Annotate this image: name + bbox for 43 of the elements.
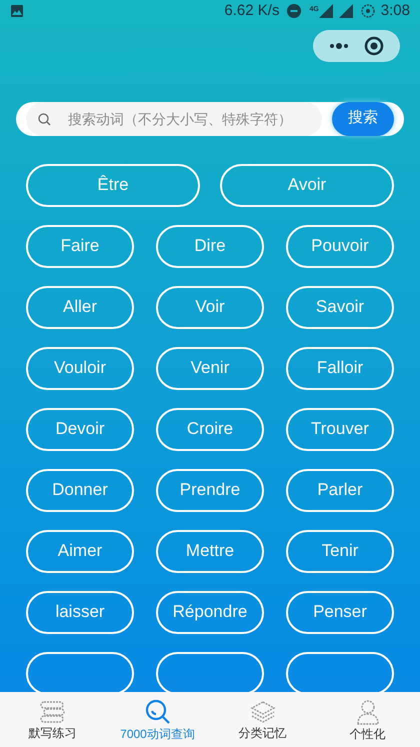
search-icon <box>38 112 51 126</box>
verb-button[interactable]: Dire <box>156 224 264 268</box>
verb-button[interactable]: Falloir <box>286 346 394 390</box>
verb-button[interactable]: Mettre <box>156 530 264 572</box>
verb-button[interactable]: Avoir <box>220 164 394 206</box>
network-speed: 6.62 K/s <box>224 1 280 21</box>
verb-button[interactable]: Devoir <box>26 408 134 450</box>
tab-item[interactable]: 分类记忆 <box>210 692 315 747</box>
tab-item[interactable]: 7000动词查询 <box>105 692 210 747</box>
signal-icon <box>338 4 353 18</box>
verb-button[interactable]: laisser <box>26 590 134 634</box>
verb-button[interactable]: Prendre <box>156 468 264 512</box>
verb-button[interactable]: Être <box>26 164 200 206</box>
hotspot-icon <box>360 4 375 18</box>
verb-button[interactable]: Pouvoir <box>286 224 394 268</box>
verb-button[interactable]: Répondre <box>156 590 264 634</box>
verb-button[interactable]: Croire <box>156 408 264 450</box>
more-icon[interactable] <box>328 42 349 48</box>
tab-item[interactable]: 个性化 <box>315 692 420 747</box>
verb-button[interactable]: Tenir <box>286 530 394 572</box>
verb-button[interactable]: Donner <box>26 468 134 512</box>
verb-button[interactable]: Voir <box>156 286 264 328</box>
image-icon <box>10 4 24 18</box>
verb-button[interactable]: Trouver <box>286 408 394 450</box>
search-button[interactable]: 搜索 <box>332 102 394 136</box>
search-icon <box>144 699 170 725</box>
close-target-icon[interactable] <box>364 36 384 56</box>
signal-icon <box>318 4 333 18</box>
person-icon <box>356 699 380 725</box>
clock: 3:08 <box>380 1 410 21</box>
tab-item[interactable]: 默写练习 <box>0 692 105 747</box>
verb-button[interactable]: Parler <box>286 468 394 512</box>
books-icon <box>38 700 66 724</box>
verb-button[interactable]: Penser <box>286 590 394 634</box>
verb-button[interactable]: Venir <box>156 346 264 390</box>
verb-button[interactable]: Aller <box>26 286 134 328</box>
search-field[interactable]: 搜索动词（不分大小写、特殊字符） <box>26 102 322 136</box>
layers-icon <box>250 700 276 724</box>
verb-button[interactable]: Aimer <box>26 530 134 572</box>
do-not-disturb-icon <box>287 4 302 18</box>
verb-button[interactable]: Savoir <box>286 286 394 328</box>
verb-button[interactable]: Vouloir <box>26 346 134 390</box>
verb-button[interactable]: Faire <box>26 224 134 268</box>
